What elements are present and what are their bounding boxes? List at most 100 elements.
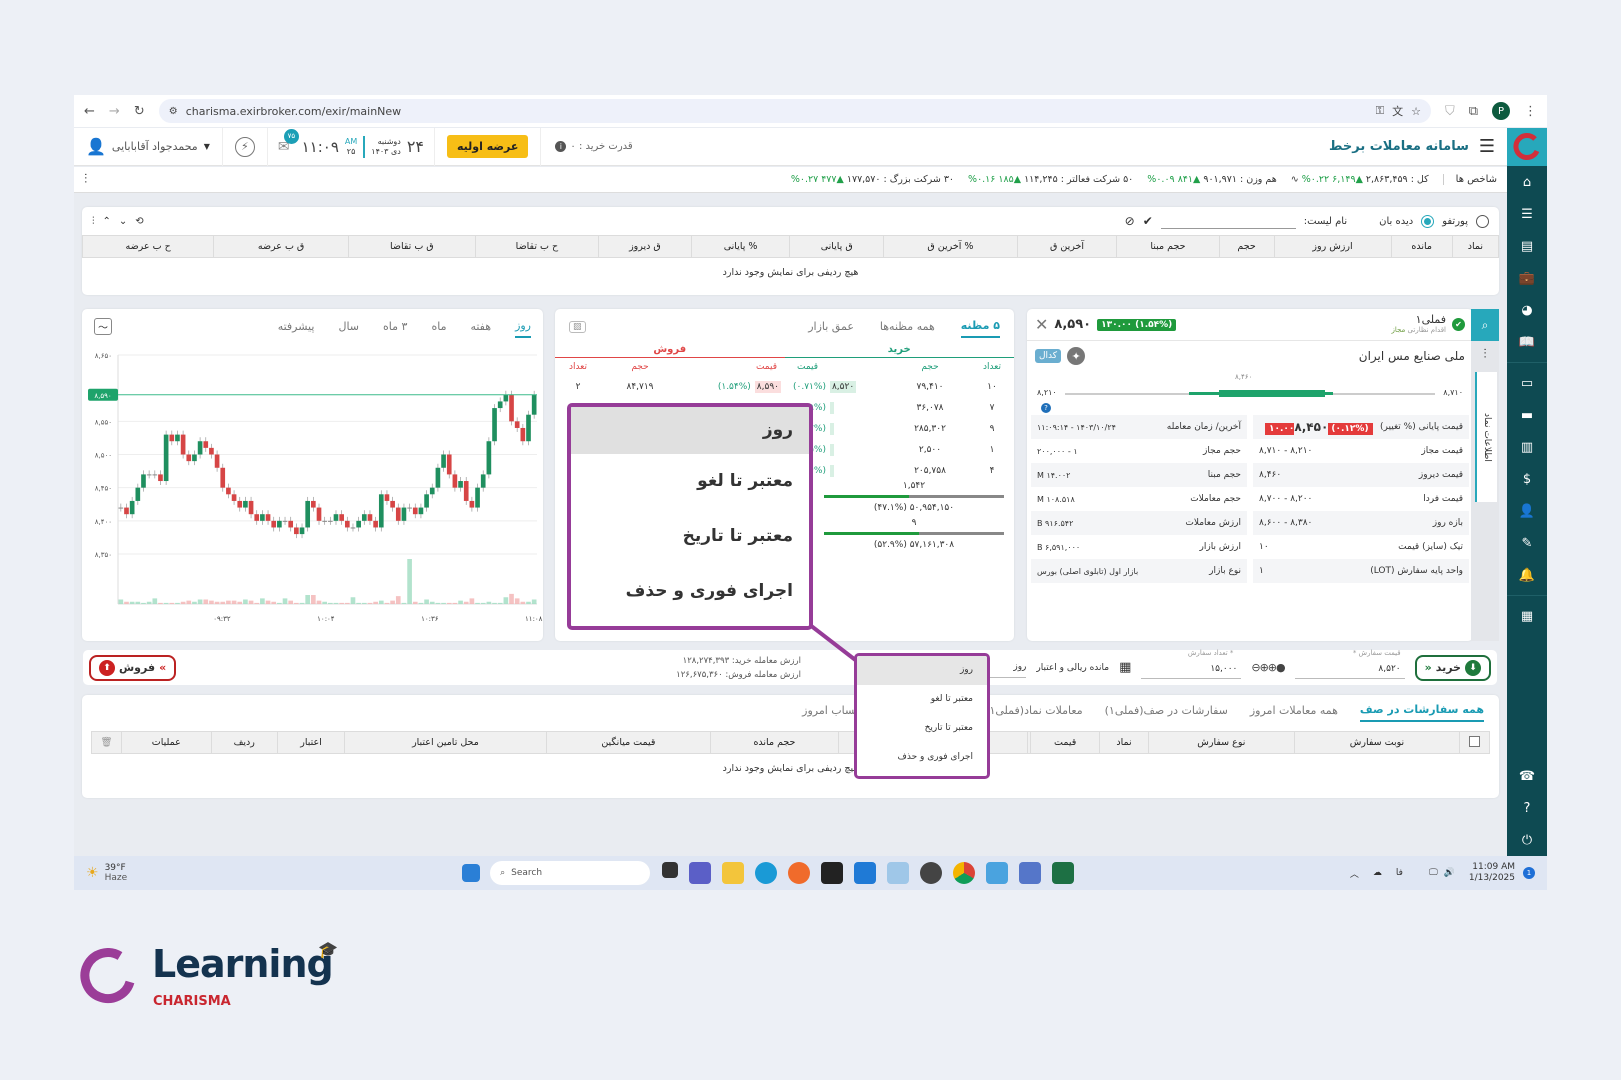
validity-option[interactable]: اجرای فوری و حذف xyxy=(571,564,809,619)
list-icon[interactable]: ☰ xyxy=(1507,198,1547,230)
tray-chevron-icon[interactable]: ︿ xyxy=(1350,867,1359,880)
validity-option[interactable]: معتبر تا لغو xyxy=(571,454,809,509)
index-equal-weight[interactable]: هم وزن : ۹۰۱,۹۷۱ ▲۸۴۱ ۰.۰۹% xyxy=(1147,174,1276,185)
chart-tab-day[interactable]: روز xyxy=(515,315,531,338)
column-header[interactable]: نماد xyxy=(1451,235,1500,258)
site-info-icon[interactable]: ⚙ xyxy=(169,106,178,117)
notification-badge[interactable]: 1 xyxy=(1523,867,1535,879)
notepad-icon[interactable] xyxy=(986,862,1009,884)
search-button[interactable]: ⌕ xyxy=(1471,309,1499,341)
chevron-up-icon[interactable]: ⌃ xyxy=(103,216,111,227)
snowflake-app-icon[interactable] xyxy=(887,862,910,884)
address-bar[interactable]: ⚙ charisma.exirbroker.com/exir/mainNew ⚿… xyxy=(158,99,1431,123)
column-header[interactable]: نوبت سفارش xyxy=(1293,731,1461,754)
codal-button[interactable]: کدال xyxy=(1035,349,1062,363)
close-icon[interactable]: ✕ xyxy=(1035,315,1048,334)
column-header[interactable]: ق ب تقاضا xyxy=(347,235,476,258)
connection-status-icon[interactable]: ⚡ xyxy=(234,136,255,157)
price-steppers[interactable]: ●⊕⊕⊖ xyxy=(1251,661,1285,674)
sell-button[interactable]: » فروش ⬆ xyxy=(89,654,177,681)
ipo-button[interactable]: عرضه اولیه xyxy=(447,135,529,158)
column-header[interactable]: اعتبار xyxy=(276,731,346,754)
column-header[interactable]: حجم مانده xyxy=(709,731,839,754)
validity-option[interactable]: روز xyxy=(571,407,809,454)
column-header[interactable] xyxy=(1027,731,1032,754)
dollar-icon[interactable]: $ xyxy=(1507,463,1547,495)
chart-tab-3month[interactable]: ۳ ماه xyxy=(383,316,407,337)
info-icon[interactable]: i xyxy=(555,141,567,152)
cloud-icon[interactable]: ☁ xyxy=(1373,868,1382,878)
column-header[interactable]: ارزش روز xyxy=(1273,235,1392,258)
balance-label[interactable]: مانده ریالی و اعتبار xyxy=(1036,663,1109,673)
star-badge-icon[interactable]: ✦ xyxy=(1067,347,1086,365)
orderbook-tab-depth[interactable]: عمق بازار xyxy=(808,316,854,337)
checkbox[interactable] xyxy=(1469,735,1480,747)
column-header[interactable]: ق پایانی xyxy=(789,235,885,258)
index-settings-icon[interactable]: ⫶ xyxy=(84,172,87,187)
terminal-icon[interactable] xyxy=(821,862,844,884)
teams-icon[interactable] xyxy=(689,862,712,884)
column-header[interactable]: ح ب تقاضا xyxy=(474,235,600,258)
network-app-icon[interactable] xyxy=(1019,862,1042,884)
translate-icon[interactable]: 文 xyxy=(1392,103,1403,119)
chart-tab-year[interactable]: سال xyxy=(338,316,359,337)
bookmark-star-icon[interactable]: ☆ xyxy=(1411,105,1421,118)
firefox-icon[interactable] xyxy=(788,862,811,884)
grid-icon[interactable]: ▦ xyxy=(1507,600,1547,632)
reload-icon[interactable]: ↻ xyxy=(134,104,145,119)
column-header[interactable]: مانده xyxy=(1390,235,1453,258)
settings-sliders-icon[interactable]: ⫶ xyxy=(1471,341,1499,368)
column-header[interactable]: حجم مبنا xyxy=(1116,235,1220,258)
briefcase-icon[interactable]: 💼 xyxy=(1507,262,1547,294)
list-name-input[interactable] xyxy=(1160,213,1296,229)
windows-start-icon[interactable] xyxy=(462,864,481,882)
orders-tab[interactable]: سفارشات در صف(فملی۱) xyxy=(1105,700,1228,721)
validity-option[interactable]: اجرای فوری و حذف xyxy=(857,743,987,772)
user-menu[interactable]: ▼ محمدجواد آقابابایی 👤 xyxy=(86,127,223,166)
network-icon[interactable]: 🖵 xyxy=(1429,868,1438,878)
orders-tab[interactable]: همه معاملات امروز xyxy=(1250,700,1338,721)
app-logo[interactable] xyxy=(1507,128,1547,166)
pie-chart-icon[interactable]: ◕ xyxy=(1507,294,1547,326)
edit-icon[interactable]: ✎ xyxy=(1507,527,1547,559)
password-key-icon[interactable]: ⚿ xyxy=(1376,104,1384,118)
column-header[interactable]: محل تامین اعتبار xyxy=(344,731,547,754)
symbol-info-tab[interactable]: اطلاعات نماد xyxy=(1475,372,1497,502)
shield-extension-icon[interactable]: ⛉ xyxy=(1445,104,1455,119)
radio-watchlist[interactable] xyxy=(1421,214,1435,228)
validity-option[interactable]: معتبر تا تاریخ xyxy=(857,714,987,743)
chart-tab-week[interactable]: هفته xyxy=(470,316,491,337)
column-header[interactable]: نوع سفارش xyxy=(1147,731,1295,754)
volume-icon[interactable]: 🔊 xyxy=(1444,868,1455,878)
order-quantity-field[interactable]: * تعداد سفارش ۱۵,۰۰۰ xyxy=(1141,649,1242,679)
task-view-icon[interactable] xyxy=(662,862,679,878)
excel-icon[interactable] xyxy=(1052,862,1075,884)
browser-menu-icon[interactable]: ⋮ xyxy=(1524,104,1537,119)
validity-option[interactable]: معتبر تا تاریخ xyxy=(571,509,809,564)
document-icon[interactable]: ▤ xyxy=(1507,230,1547,262)
validity-option[interactable]: معتبر تا لغو xyxy=(857,685,987,714)
orderbook-chart-icon[interactable]: ▨ xyxy=(569,320,586,333)
columns-settings-icon[interactable]: ⫶ xyxy=(92,216,95,227)
column-header[interactable]: قیمت xyxy=(1030,731,1101,754)
index-top30[interactable]: ۳۰ شرکت بزرگ : ۱۷۷,۵۷۰ ▲۴۷۷ ۰.۲۷% xyxy=(791,174,954,185)
forward-icon[interactable]: → xyxy=(109,104,120,119)
file-explorer-icon[interactable] xyxy=(722,862,745,884)
column-header[interactable]: % آخرین ق xyxy=(883,235,1018,258)
column-header[interactable]: عملیات xyxy=(121,731,212,754)
power-icon[interactable]: ⏻ xyxy=(1507,824,1547,856)
help-icon[interactable]: ? xyxy=(1041,403,1051,413)
cancel-icon[interactable]: ⊘ xyxy=(1125,214,1135,228)
bell-icon[interactable]: 🔔 xyxy=(1507,559,1547,591)
receipt-icon[interactable]: ▥ xyxy=(1507,431,1547,463)
back-icon[interactable]: ← xyxy=(84,104,95,119)
credit-card-icon[interactable]: ▬ xyxy=(1507,399,1547,431)
extensions-icon[interactable]: ⧉ xyxy=(1469,104,1478,119)
orderbook-tab-5[interactable]: ۵ مظنه xyxy=(960,315,1000,338)
orders-tab[interactable]: همه سفارشات در صف xyxy=(1359,699,1484,722)
orders-tab[interactable]: معاملات نماد(فملی۱) xyxy=(985,700,1082,721)
help-icon[interactable]: ? xyxy=(1507,792,1547,824)
learning-icon[interactable]: 📖 xyxy=(1507,326,1547,358)
home-icon[interactable]: ⌂ xyxy=(1507,166,1547,198)
column-header[interactable]: نماد xyxy=(1099,731,1149,754)
